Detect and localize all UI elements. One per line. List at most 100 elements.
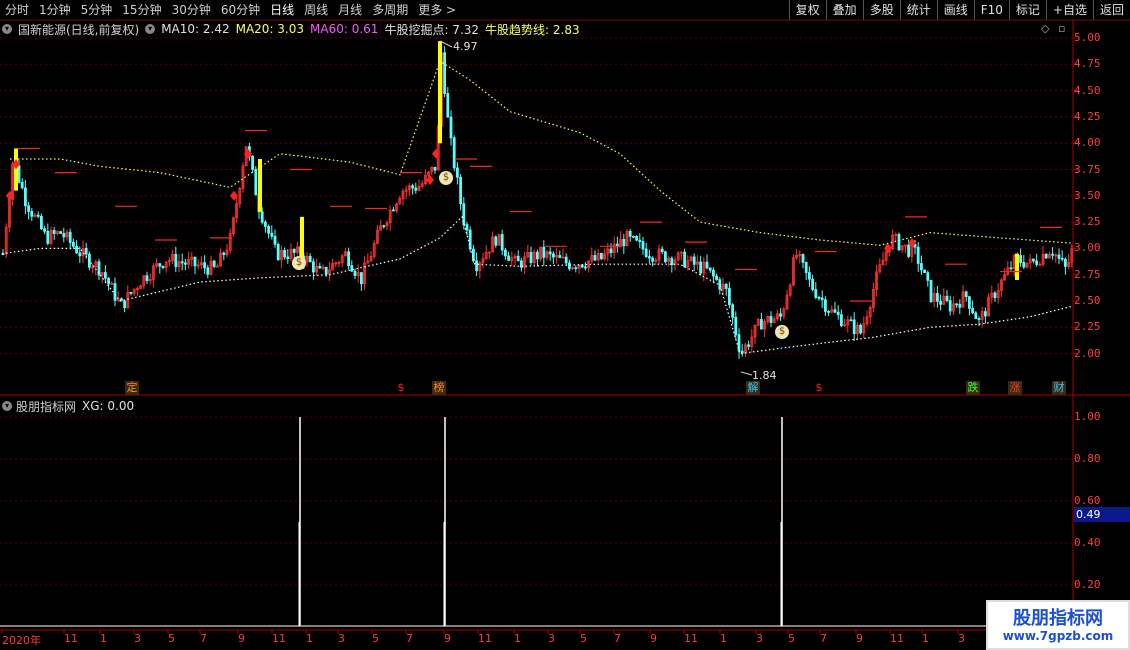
collapse-icon[interactable]: ▫ <box>1058 22 1065 35</box>
toolbar-button-3[interactable]: 统计 <box>899 0 937 20</box>
period-tab-9[interactable]: 多周期 <box>367 0 413 20</box>
toolbar-button-5[interactable]: F10 <box>973 0 1009 20</box>
time-tick: 3 <box>548 632 555 645</box>
period-tab-3[interactable]: 15分钟 <box>117 0 166 20</box>
toolbar-button-7[interactable]: +自选 <box>1045 0 1093 20</box>
toolbar-button-4[interactable]: 画线 <box>936 0 974 20</box>
time-tick: 11 <box>890 632 904 645</box>
price-tick: 2.00 <box>1074 346 1101 360</box>
price-tick: 4.50 <box>1074 83 1101 97</box>
buy-arrow-icon <box>12 159 20 170</box>
toolbar-button-8[interactable]: 返回 <box>1092 0 1130 20</box>
time-tick: 9 <box>444 632 451 645</box>
time-tick: 5 <box>168 632 175 645</box>
kline-chart <box>0 19 1130 650</box>
time-tick: 9 <box>856 632 863 645</box>
time-tick: 3 <box>338 632 345 645</box>
price-tick: 4.25 <box>1074 109 1101 123</box>
stock-title: 国新能源(日线,前复权) <box>18 22 140 37</box>
time-tick: 11 <box>272 632 286 645</box>
ma10-value: MA10: 2.42 <box>161 22 230 36</box>
time-tick: 5 <box>372 632 379 645</box>
buy-arrow-icon <box>884 243 892 254</box>
price-tick: 2.25 <box>1074 320 1101 334</box>
high-annotation: 4.97 <box>453 40 478 53</box>
time-tick: 9 <box>238 632 245 645</box>
diamond-icon[interactable]: ◇ <box>1041 22 1049 35</box>
trend-line-value: 牛股趋势线: 2.83 <box>485 22 580 37</box>
event-marker[interactable]: 跌 <box>966 381 980 395</box>
dig-point-value: 牛股挖掘点: 7.32 <box>384 22 480 37</box>
period-tab-6[interactable]: 日线 <box>265 0 299 20</box>
watermark-title: 股朋指标网 <box>1013 608 1103 629</box>
indicator-tick: 0.60 <box>1074 494 1101 507</box>
period-tab-5[interactable]: 60分钟 <box>216 0 265 20</box>
period-tab-4[interactable]: 30分钟 <box>167 0 216 20</box>
period-tab-0[interactable]: 分时 <box>0 0 34 20</box>
toolbar-button-0[interactable]: 复权 <box>788 0 826 20</box>
time-tick: 7 <box>406 632 413 645</box>
time-tick: 7 <box>820 632 827 645</box>
event-marker[interactable]: 定 <box>125 381 139 395</box>
time-tick: 2020年 <box>2 634 41 647</box>
event-marker[interactable]: $ <box>394 381 408 395</box>
collapse-icon[interactable]: ▾ <box>2 24 12 34</box>
price-tick: 3.25 <box>1074 215 1101 229</box>
period-tab-7[interactable]: 周线 <box>299 0 333 20</box>
money-bag-icon[interactable]: $ <box>292 256 306 270</box>
time-tick: 3 <box>958 632 965 645</box>
price-tick: 3.00 <box>1074 241 1101 255</box>
time-tick: 1 <box>306 632 313 645</box>
money-bag-icon[interactable]: $ <box>439 171 453 185</box>
buy-arrow-icon <box>244 148 252 159</box>
ma20-value: MA20: 3.03 <box>235 22 305 36</box>
time-tick: 5 <box>788 632 795 645</box>
toolbar-button-2[interactable]: 多股 <box>862 0 900 20</box>
time-tick: 7 <box>200 632 207 645</box>
buy-arrow-icon <box>908 238 916 249</box>
time-tick: 11 <box>684 632 698 645</box>
ma60-value: MA60: 0.61 <box>310 22 379 36</box>
buy-arrow-icon <box>432 148 440 159</box>
toolbar-button-1[interactable]: 叠加 <box>825 0 863 20</box>
price-tick: 2.50 <box>1074 294 1101 307</box>
time-axis: 2020年 11 1 3 5 7 9 11 1 3 5 7 9 11 1 3 5 7 9 11 1 3 5 7 9 11 1 3 <box>0 632 1070 650</box>
time-tick: 1 <box>720 632 727 645</box>
period-tab-2[interactable]: 5分钟 <box>76 0 118 20</box>
price-tick: 3.75 <box>1074 162 1101 176</box>
xg-value: XG: 0.00 <box>82 399 135 413</box>
site-watermark: 股朋指标网 www.7gpzb.com <box>986 600 1130 650</box>
toolbar-button-6[interactable]: 标记 <box>1008 0 1046 20</box>
event-marker[interactable]: $ <box>812 381 826 395</box>
time-tick: 11 <box>478 632 492 645</box>
money-bag-icon[interactable]: $ <box>775 325 789 339</box>
watermark-url: www.7gpzb.com <box>1002 629 1114 643</box>
indicator-title: 股朋指标网 <box>16 399 77 414</box>
period-tab-8[interactable]: 月线 <box>333 0 367 20</box>
time-tick: 1 <box>514 632 521 645</box>
collapse-icon[interactable]: ▾ <box>145 24 156 34</box>
event-marker[interactable]: 解 <box>746 381 760 395</box>
buy-arrow-icon <box>230 190 238 201</box>
period-tab-10[interactable]: 更多 > <box>413 0 461 20</box>
event-marker[interactable]: 财 <box>1052 381 1066 395</box>
indicator-tick: 1.00 <box>1074 410 1101 423</box>
event-marker[interactable]: 涨 <box>1008 381 1022 395</box>
buy-arrow-icon <box>426 175 434 186</box>
period-tabs: 分时 1分钟 5分钟 15分钟 30分钟 60分钟 日线 周线 月线 多周期 更多 > <box>0 0 461 20</box>
collapse-icon[interactable]: ▾ <box>2 401 12 411</box>
time-tick: 3 <box>756 632 763 645</box>
price-tick: 2.75 <box>1074 267 1101 281</box>
indicator-tick: 0.20 <box>1074 578 1101 591</box>
time-tick: 7 <box>614 632 621 645</box>
time-tick: 1 <box>922 632 929 645</box>
function-buttons: 复权 叠加 多股 统计 画线 F10 标记 +自选 返回 <box>788 0 1130 20</box>
indicator-tick: 0.40 <box>1074 536 1101 549</box>
main-chart-legend: ▾ 国新能源(日线,前复权) ▾ MA10: 2.42 MA20: 3.03 M… <box>2 21 586 37</box>
time-tick: 5 <box>580 632 587 645</box>
event-marker[interactable]: 榜 <box>432 381 446 395</box>
time-tick: 3 <box>134 632 141 645</box>
indicator-legend: ▾ 股朋指标网 XG: 0.00 <box>2 398 134 414</box>
period-tab-1[interactable]: 1分钟 <box>34 0 76 20</box>
time-tick: 1 <box>100 632 107 645</box>
